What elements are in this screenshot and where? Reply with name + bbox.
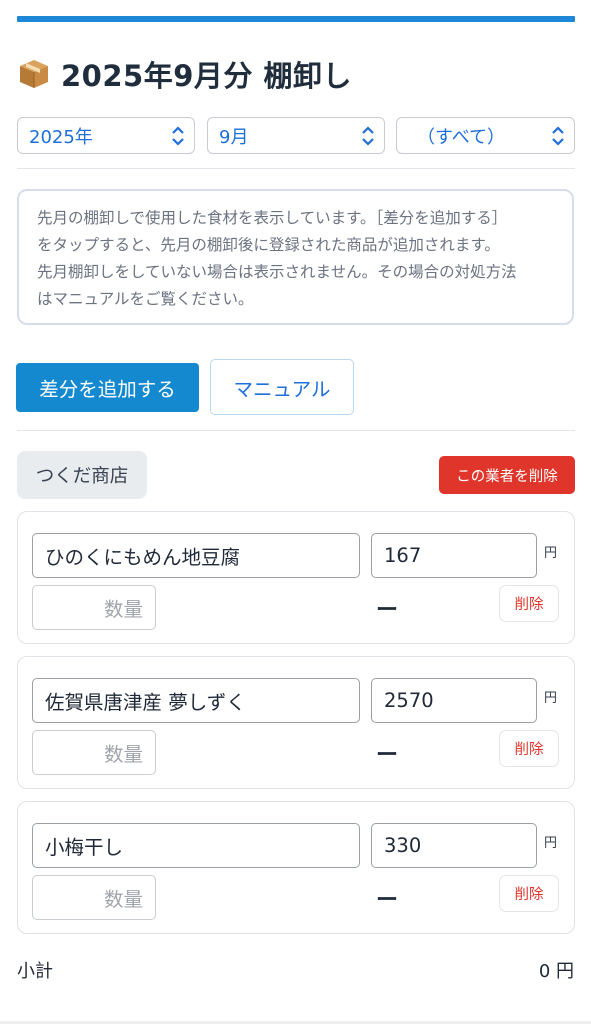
notice-line: をタップすると、先月の棚卸後に登録された商品が追加されます。 (37, 236, 500, 254)
divider (17, 430, 575, 431)
year-select-value: 2025年 (29, 126, 93, 148)
delete-item-button[interactable]: 削除 (499, 875, 559, 912)
chevron-updown-icon (170, 124, 186, 148)
item-total: ー (376, 888, 399, 913)
item-card: 佐賀県唐津産 夢しずく 2570 円 数量 ー 削除 (17, 656, 575, 789)
page-title: 2025年9月分 棚卸し (61, 59, 352, 93)
item-name-field[interactable]: 佐賀県唐津産 夢しずく (32, 678, 360, 723)
item-name-field[interactable]: 小梅干し (32, 823, 360, 868)
item-card: ひのくにもめん地豆腐 167 円 数量 ー 削除 (17, 511, 575, 644)
subtotal-value: 0 円 (538, 961, 574, 982)
category-select-value: （すべて） (417, 126, 506, 148)
item-total: ー (376, 743, 399, 768)
quantity-field[interactable]: 数量 (32, 875, 156, 920)
category-select[interactable]: （すべて） (396, 117, 575, 154)
info-notice: 先月の棚卸しで使用した食材を表示しています。［差分を追加する］ をタップすると、… (17, 189, 574, 325)
quantity-field[interactable]: 数量 (32, 730, 156, 775)
top-accent-bar (17, 16, 575, 22)
subtotal-label: 小計 (17, 961, 53, 982)
page-header: 2025年9月分 棚卸し (17, 52, 352, 96)
divider (17, 168, 575, 169)
quantity-field[interactable]: 数量 (32, 585, 156, 630)
yen-unit-label: 円 (544, 691, 558, 706)
notice-line: はマニュアルをご覧ください。 (37, 290, 254, 308)
package-box-icon (17, 57, 51, 91)
notice-line: 先月の棚卸しで使用した食材を表示しています。［差分を追加する］ (37, 209, 508, 227)
yen-unit-label: 円 (544, 546, 558, 561)
item-price-field[interactable]: 2570 (371, 678, 537, 723)
month-select[interactable]: 9月 (207, 117, 385, 154)
chevron-updown-icon (550, 124, 566, 148)
delete-vendor-button[interactable]: この業者を削除 (439, 456, 575, 494)
month-select-value: 9月 (219, 126, 249, 148)
delete-item-button[interactable]: 削除 (499, 730, 559, 767)
item-total: ー (376, 598, 399, 623)
notice-line: 先月棚卸しをしていない場合は表示されません。その場合の対処方法 (37, 263, 517, 281)
add-diff-button[interactable]: 差分を追加する (16, 363, 199, 412)
item-price-field[interactable]: 167 (371, 533, 537, 578)
yen-unit-label: 円 (544, 836, 558, 851)
vendor-name: つくだ商店 (17, 451, 147, 499)
item-name-field[interactable]: ひのくにもめん地豆腐 (32, 533, 360, 578)
manual-button[interactable]: マニュアル (210, 359, 354, 415)
year-select[interactable]: 2025年 (17, 117, 195, 154)
delete-item-button[interactable]: 削除 (499, 585, 559, 622)
chevron-updown-icon (360, 124, 376, 148)
item-price-field[interactable]: 330 (371, 823, 537, 868)
item-card: 小梅干し 330 円 数量 ー 削除 (17, 801, 575, 934)
